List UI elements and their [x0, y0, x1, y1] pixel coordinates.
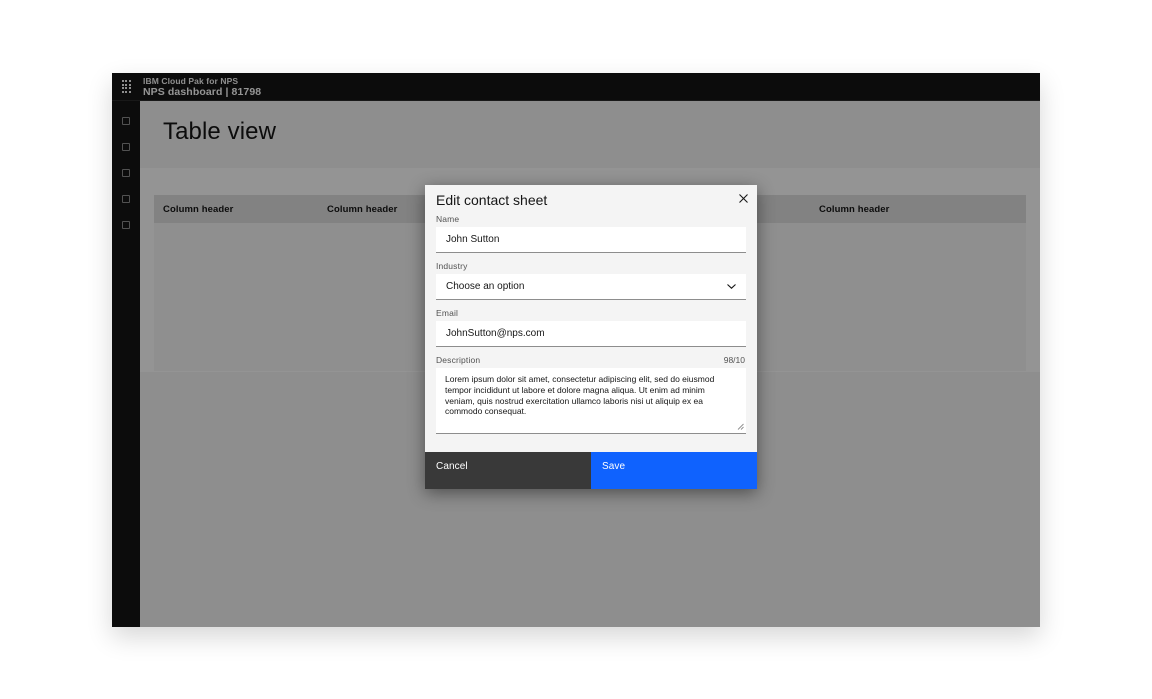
save-button[interactable]: Save	[591, 452, 757, 489]
email-input[interactable]	[436, 321, 746, 347]
chevron-down-icon	[727, 284, 736, 289]
close-x-icon	[739, 194, 748, 203]
close-button[interactable]	[735, 190, 751, 206]
character-counter: 98/10	[724, 355, 745, 365]
modal-title: Edit contact sheet	[436, 192, 547, 208]
description-textarea[interactable]: Lorem ipsum dolor sit amet, consectetur …	[436, 368, 746, 434]
industry-dropdown-value: Choose an option	[446, 281, 524, 292]
edit-contact-sheet-modal: Edit contact sheet Name Industry Choose …	[425, 185, 757, 489]
name-label: Name	[436, 214, 459, 224]
app-window: IBM Cloud Pak for NPS NPS dashboard | 81…	[112, 73, 1040, 627]
description-label: Description	[436, 355, 480, 365]
name-input[interactable]	[436, 227, 746, 253]
industry-dropdown[interactable]: Choose an option	[436, 274, 746, 300]
modal-footer: Cancel Save	[425, 452, 757, 489]
industry-label: Industry	[436, 261, 468, 271]
description-field-wrap: Lorem ipsum dolor sit amet, consectetur …	[436, 368, 746, 434]
cancel-button[interactable]: Cancel	[425, 452, 591, 489]
email-label: Email	[436, 308, 458, 318]
